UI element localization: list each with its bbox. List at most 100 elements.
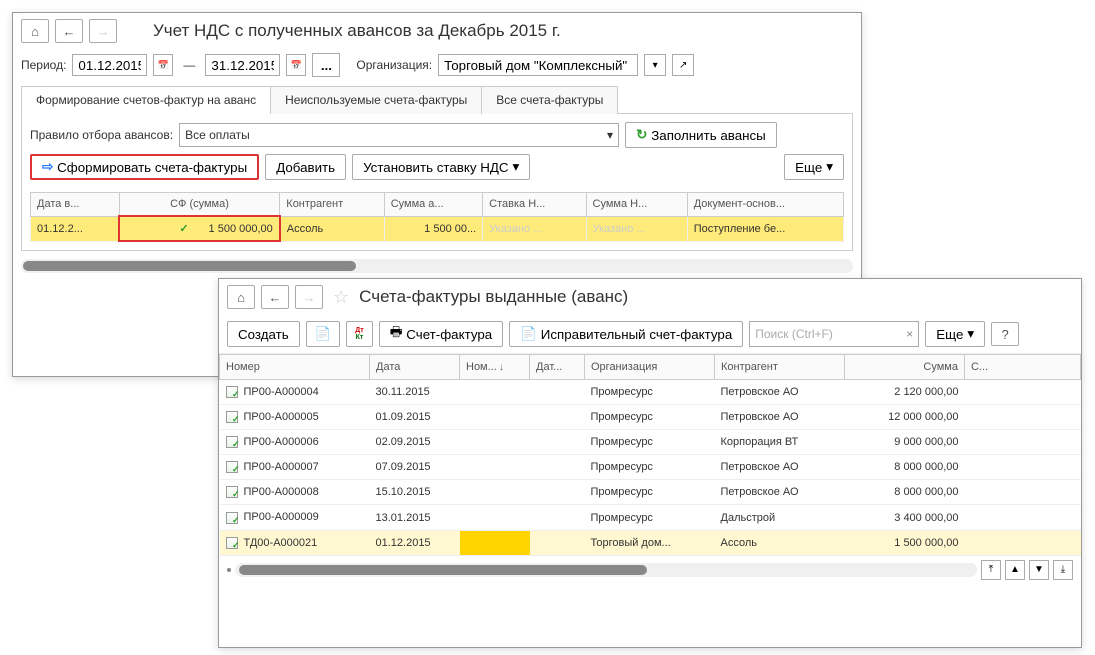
print-invoice-button[interactable]: 🖶Счет-фактура	[379, 321, 503, 347]
actions-row: ⇨Сформировать счета-фактуры Добавить Уст…	[30, 154, 844, 186]
cell-nom	[460, 505, 530, 530]
table-row[interactable]: ПР00-А00000913.01.2015ПромресурсДальстро…	[220, 505, 1081, 530]
horizontal-scrollbar[interactable]	[21, 259, 853, 273]
home-button[interactable]: ⌂	[21, 19, 49, 43]
tab-formation[interactable]: Формирование счетов-фактур на аванс	[21, 86, 271, 114]
clear-search-icon[interactable]: ×	[906, 327, 913, 341]
cell-date: 01.12.2...	[31, 216, 120, 241]
cell-kontr: Ассоль	[715, 530, 845, 555]
date-from-input[interactable]	[72, 54, 147, 76]
table-row[interactable]: ПР00-А00000501.09.2015ПромресурсПетровск…	[220, 405, 1081, 430]
fill-advances-button[interactable]: ↻Заполнить авансы	[625, 122, 777, 148]
more-button[interactable]: Еще ▾	[784, 154, 844, 180]
col-sf-sum[interactable]: СФ (сумма)	[119, 193, 280, 217]
cell-sum: 1 500 000,00	[845, 530, 965, 555]
last-page-button[interactable]: ⤓	[1053, 560, 1073, 580]
page-down-button[interactable]: ▼	[1029, 560, 1049, 580]
table-row[interactable]: ПР00-А00000602.09.2015ПромресурсКорпорац…	[220, 430, 1081, 455]
set-vat-rate-button[interactable]: Установить ставку НДС ▾	[352, 154, 530, 180]
cell-s	[965, 530, 1081, 555]
create-button[interactable]: Создать	[227, 321, 300, 347]
col-nom[interactable]: Ном...↓	[460, 355, 530, 380]
add-button[interactable]: Добавить	[265, 154, 346, 180]
cell-doc: Поступление бе...	[687, 216, 843, 241]
tab-unused[interactable]: Неиспользуемые счета-фактуры	[270, 86, 482, 114]
table-row[interactable]: ПР00-А00000815.10.2015ПромресурсПетровск…	[220, 480, 1081, 505]
cell-org: Промресурс	[585, 480, 715, 505]
cell-sum-a: 1 500 00...	[384, 216, 482, 241]
form-invoices-button[interactable]: ⇨Сформировать счета-фактуры	[30, 154, 259, 180]
cell-date: 01.09.2015	[370, 405, 460, 430]
col-date[interactable]: Дата	[370, 355, 460, 380]
table-row[interactable]: ТД00-А00002101.12.2015Торговый дом...Асс…	[220, 530, 1081, 555]
cell-sum: 9 000 000,00	[845, 430, 965, 455]
forward-button[interactable]: →	[89, 19, 117, 43]
cell-sum: 8 000 000,00	[845, 480, 965, 505]
copy-button[interactable]: 📄	[306, 321, 341, 347]
first-page-button[interactable]: ⤒	[981, 560, 1001, 580]
org-label: Организация:	[356, 58, 432, 72]
cell-dat	[530, 505, 585, 530]
forward-button[interactable]: →	[295, 285, 323, 309]
dt-kt-icon: ДтКт	[355, 327, 363, 341]
corrective-invoice-button[interactable]: 📄Исправительный счет-фактура	[509, 321, 743, 347]
table-header-row: Дата в... СФ (сумма) Контрагент Сумма а.…	[31, 193, 844, 217]
cell-sum: 2 120 000,00	[845, 380, 965, 405]
period-row: Период: 📅 — 📅 ... Организация: ▾ ↗	[13, 49, 861, 81]
tabs: Формирование счетов-фактур на аванс Неис…	[21, 85, 853, 114]
col-date[interactable]: Дата в...	[31, 193, 120, 217]
page-up-button[interactable]: ▲	[1005, 560, 1025, 580]
table-row[interactable]: ПР00-А00000430.11.2015ПромресурсПетровск…	[220, 380, 1081, 405]
dt-kt-button[interactable]: ДтКт	[346, 321, 372, 347]
cell-number: ПР00-А000004	[220, 380, 370, 405]
org-open-button[interactable]: ↗	[672, 54, 694, 76]
cell-org: Промресурс	[585, 505, 715, 530]
col-dat[interactable]: Дат...	[530, 355, 585, 380]
calendar-to-icon[interactable]: 📅	[286, 54, 306, 76]
back-button[interactable]: ←	[55, 19, 83, 43]
nav-toolbar: ⌂ ← → ☆ Счета-фактуры выданные (аванс)	[219, 279, 1081, 315]
col-number[interactable]: Номер	[220, 355, 370, 380]
org-input[interactable]	[438, 54, 638, 76]
search-input[interactable]: Поиск (Ctrl+F) ×	[749, 321, 919, 347]
invoices-table: Номер Дата Ном...↓ Дат... Организация Ко…	[219, 354, 1081, 556]
col-org[interactable]: Организация	[585, 355, 715, 380]
document-icon	[226, 537, 238, 549]
col-sum-n[interactable]: Сумма Н...	[586, 193, 687, 217]
back-button[interactable]: ←	[261, 285, 289, 309]
document-icon	[226, 486, 238, 498]
org-dropdown-button[interactable]: ▾	[644, 54, 666, 76]
table-row[interactable]: ПР00-А00000707.09.2015ПромресурсПетровск…	[220, 455, 1081, 480]
col-sum[interactable]: Сумма	[845, 355, 965, 380]
rule-select[interactable]: Все оплаты ▾	[179, 123, 619, 147]
date-to-input[interactable]	[205, 54, 280, 76]
help-button[interactable]: ?	[991, 322, 1019, 346]
tab-all[interactable]: Все счета-фактуры	[481, 86, 618, 114]
col-kontr[interactable]: Контрагент	[715, 355, 845, 380]
document-icon	[226, 512, 238, 524]
col-rate[interactable]: Ставка Н...	[483, 193, 586, 217]
col-s[interactable]: С...	[965, 355, 1081, 380]
home-button[interactable]: ⌂	[227, 285, 255, 309]
cell-nom	[460, 405, 530, 430]
col-sum-a[interactable]: Сумма а...	[384, 193, 482, 217]
period-ellipsis-button[interactable]: ...	[312, 53, 340, 77]
rule-row: Правило отбора авансов: Все оплаты ▾ ↻За…	[30, 122, 844, 154]
favorite-star-icon[interactable]: ☆	[333, 287, 349, 308]
rule-label: Правило отбора авансов:	[30, 128, 173, 142]
scrollbar-thumb[interactable]	[239, 565, 647, 575]
cell-kontr: Корпорация ВТ	[715, 430, 845, 455]
table-row[interactable]: 01.12.2... ✓1 500 000,00 Ассоль 1 500 00…	[31, 216, 844, 241]
cell-sum-n: Указано ...	[586, 216, 687, 241]
cell-s	[965, 405, 1081, 430]
cell-date: 01.12.2015	[370, 530, 460, 555]
col-contragent[interactable]: Контрагент	[280, 193, 384, 217]
calendar-from-icon[interactable]: 📅	[153, 54, 173, 76]
more-button[interactable]: Еще ▾	[925, 321, 985, 347]
cell-org: Промресурс	[585, 380, 715, 405]
scrollbar-thumb[interactable]	[23, 261, 356, 271]
chevron-down-icon: ▾	[607, 128, 613, 142]
cell-s	[965, 480, 1081, 505]
horizontal-scrollbar[interactable]	[235, 563, 977, 577]
col-doc[interactable]: Документ-основ...	[687, 193, 843, 217]
